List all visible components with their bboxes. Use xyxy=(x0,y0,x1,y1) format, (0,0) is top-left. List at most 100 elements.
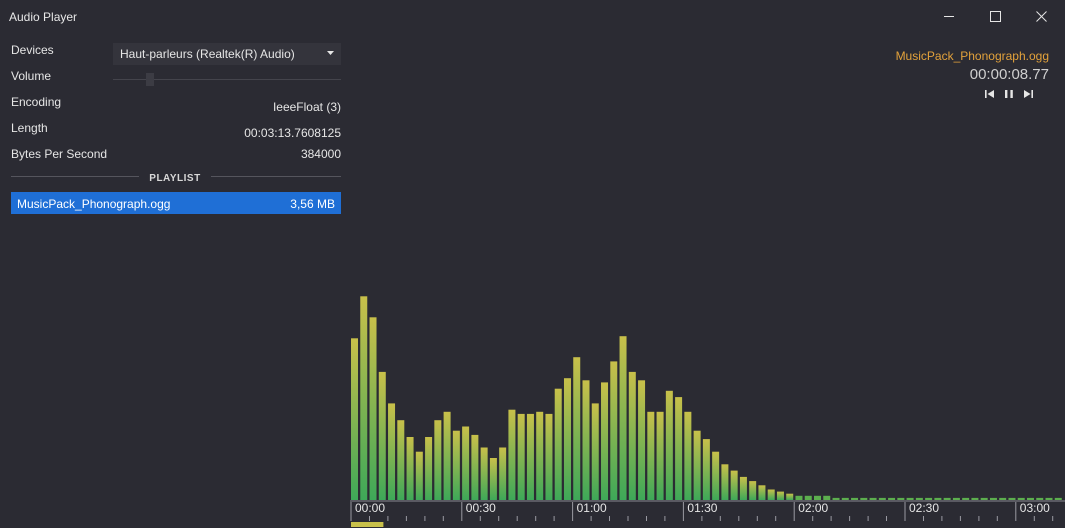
playlist-item-name: MusicPack_Phonograph.ogg xyxy=(17,197,171,211)
spectrum-bar xyxy=(406,437,414,500)
spectrum-bar xyxy=(989,497,997,500)
spectrum-bar xyxy=(952,497,960,500)
spectrum-bar xyxy=(526,413,534,500)
spectrum-bar xyxy=(434,420,442,500)
spectrum-bar xyxy=(425,437,433,500)
spectrum-bar xyxy=(563,378,571,500)
spectrum-bar xyxy=(638,380,646,500)
spectrum-bar xyxy=(573,357,581,500)
spectrum-bar xyxy=(878,497,886,500)
spectrum-visualizer[interactable]: 00:00 00:30 01:00 01:30 02:00 02:30 03:00 xyxy=(350,280,1065,528)
spectrum-bar xyxy=(767,489,775,500)
spectrum-bar xyxy=(647,411,655,500)
timeline-label: 03:00 xyxy=(1020,501,1050,515)
spectrum-bar xyxy=(462,426,470,500)
spectrum-bar xyxy=(628,371,636,500)
playback-progress[interactable] xyxy=(351,522,384,527)
spectrum-bar xyxy=(508,409,516,500)
spectrum-bar xyxy=(934,497,942,500)
spectrum-bar xyxy=(814,495,821,500)
spectrum-bar xyxy=(851,497,859,500)
spectrum-bar xyxy=(388,403,396,500)
timeline-label: 00:00 xyxy=(355,501,385,515)
spectrum-bar xyxy=(869,497,877,500)
spectrum-bar xyxy=(684,411,692,500)
maximize-button[interactable] xyxy=(972,0,1018,32)
bps-value: 384000 xyxy=(300,147,341,161)
spectrum-bar xyxy=(915,497,923,500)
previous-button[interactable] xyxy=(982,87,996,101)
minimize-button[interactable] xyxy=(926,0,972,32)
spectrum-bar xyxy=(888,497,896,500)
spectrum-bar xyxy=(712,451,720,500)
timeline-label: 02:30 xyxy=(909,501,939,515)
spectrum-bar xyxy=(925,497,933,500)
spectrum-bar xyxy=(1036,497,1044,500)
device-value: Haut-parleurs (Realtek(R) Audio) xyxy=(120,47,295,61)
playlist-item-size: 3,56 MB xyxy=(290,197,335,211)
bps-label: Bytes Per Second xyxy=(11,147,108,161)
spectrum-bar xyxy=(841,497,849,500)
spectrum-bar xyxy=(452,430,460,500)
spectrum-bar xyxy=(619,336,627,500)
next-button[interactable] xyxy=(1021,87,1035,101)
playlist-heading: PLAYLIST xyxy=(139,173,211,184)
spectrum-bar xyxy=(378,371,386,500)
playlist-header: PLAYLIST xyxy=(0,170,350,184)
timeline-label: 01:30 xyxy=(687,501,717,515)
now-playing-file: MusicPack_Phonograph.ogg xyxy=(895,49,1049,63)
spectrum-bar xyxy=(795,495,803,500)
spectrum-bar xyxy=(906,497,914,500)
pause-button[interactable] xyxy=(1002,87,1016,101)
close-button[interactable] xyxy=(1018,0,1064,32)
spectrum-bar xyxy=(499,447,507,500)
encoding-value: IeeeFloat (3) xyxy=(272,100,341,114)
spectrum-bar xyxy=(397,420,405,500)
device-select[interactable]: Haut-parleurs (Realtek(R) Audio) xyxy=(113,43,341,65)
spectrum-bar xyxy=(897,497,905,500)
spectrum-bar xyxy=(415,451,423,500)
spectrum-bar xyxy=(980,497,988,500)
next-icon xyxy=(1023,90,1033,98)
spectrum-bar xyxy=(536,411,544,500)
now-playing-time: 00:00:08.77 xyxy=(969,66,1049,83)
spectrum-bar xyxy=(693,430,701,500)
spectrum-bar xyxy=(721,464,729,500)
timeline-label: 02:00 xyxy=(798,501,828,515)
spectrum-bar xyxy=(943,497,951,500)
spectrum-bar xyxy=(675,397,683,500)
spectrum-bar xyxy=(971,497,979,500)
spectrum-bar xyxy=(369,317,377,500)
volume-label: Volume xyxy=(11,69,52,83)
spectrum-bar xyxy=(823,495,831,500)
timeline-label: 01:00 xyxy=(577,501,607,515)
spectrum-bar xyxy=(443,411,451,500)
spectrum-bar xyxy=(610,361,618,500)
chevron-down-icon xyxy=(327,51,334,55)
spectrum-bar xyxy=(489,458,497,500)
devices-label: Devices xyxy=(11,43,54,57)
pause-icon xyxy=(1005,90,1013,98)
spectrum-bar xyxy=(1017,497,1025,500)
title-bar: Audio Player xyxy=(0,0,1065,34)
encoding-label: Encoding xyxy=(11,95,62,109)
spectrum-bar xyxy=(758,485,766,500)
length-label: Length xyxy=(11,121,48,135)
spectrum-bar xyxy=(554,388,562,500)
maximize-icon xyxy=(989,10,1001,22)
playlist-item[interactable]: MusicPack_Phonograph.ogg 3,56 MB xyxy=(11,192,341,214)
spectrum-bar xyxy=(480,447,488,500)
spectrum-bar xyxy=(1054,497,1062,500)
spectrum-bar xyxy=(962,497,970,500)
timeline-label: 00:30 xyxy=(466,501,496,515)
spectrum-bar xyxy=(860,497,868,500)
spectrum-bar xyxy=(702,439,710,500)
spectrum-bar xyxy=(749,481,757,500)
volume-slider-thumb[interactable] xyxy=(146,73,154,86)
spectrum-bar xyxy=(832,497,840,500)
spectrum-bar xyxy=(1008,497,1016,500)
spectrum-bar xyxy=(739,476,747,500)
spectrum-bar xyxy=(601,382,609,500)
spectrum-bar xyxy=(360,296,368,500)
spectrum-bar xyxy=(656,411,664,500)
